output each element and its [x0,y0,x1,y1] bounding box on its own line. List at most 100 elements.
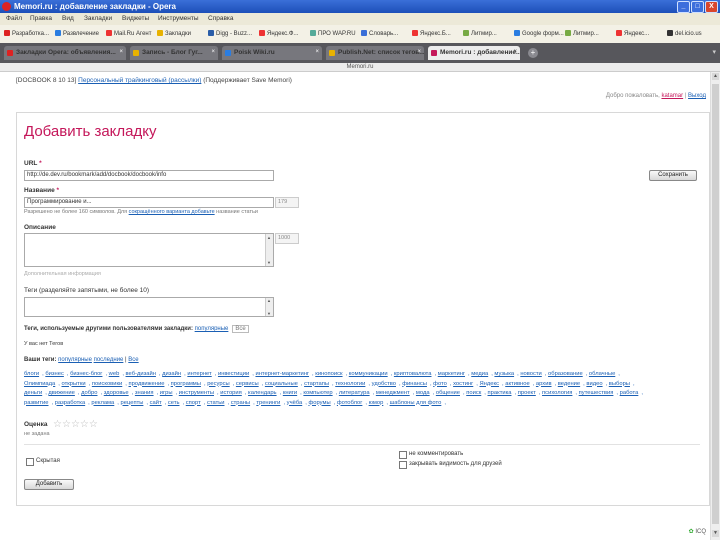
tag-link[interactable]: хостинг [453,381,473,387]
tag-link[interactable]: медиа [471,371,488,377]
tag-link[interactable]: календарь [248,390,277,396]
tag-link[interactable]: выборы [609,381,630,387]
rating-star-icon[interactable]: ☆ [71,419,80,430]
tag-link[interactable]: путешествия [579,390,614,396]
tag-link[interactable]: web [109,371,120,377]
icq-status-icon[interactable]: ✿ ICQ [689,528,706,535]
tag-link[interactable]: книги [283,390,297,396]
tab-close-icon[interactable]: × [315,49,319,55]
tag-link[interactable]: музыка [494,371,514,377]
tab[interactable]: Закладки Opera: объявления... × [4,46,126,60]
tag-link[interactable]: ведение [558,381,580,387]
tag-link[interactable]: маркетинг [438,371,465,377]
tag-link[interactable]: облачные [589,371,615,377]
bookmark-item[interactable]: Развлечение [55,30,99,37]
tag-link[interactable]: знания [135,390,154,396]
description-textarea[interactable]: ▲ ▼ [24,233,274,267]
bookmark-item[interactable]: Литмир... [463,30,497,37]
new-tab-button[interactable]: + [528,48,538,58]
tag-link[interactable]: стартапы [304,381,329,387]
tab-close-icon[interactable]: × [513,49,517,55]
menu-widgets[interactable]: Виджеты [122,15,149,22]
rating-stars[interactable]: ☆☆☆☆☆ [53,419,98,430]
tags-textarea[interactable]: ▲ ▼ [24,297,274,317]
tag-link[interactable]: менеджмент [376,390,410,396]
tag-link[interactable]: фотоблог [337,400,363,406]
tag-link[interactable]: психология [542,390,572,396]
tag-link[interactable]: юмор [369,400,384,406]
tag-link[interactable]: сервисы [236,381,259,387]
tag-link[interactable]: фото [433,381,447,387]
tag-link[interactable]: здоровье [104,390,129,396]
tag-link[interactable]: интернет-маркетинг [255,371,309,377]
tag-link[interactable]: поиск [466,390,481,396]
tag-link[interactable]: продвижение [129,381,165,387]
used-tags-popular-link[interactable]: популярные [195,326,229,332]
logout-link[interactable]: Выход [688,93,706,99]
bookmark-item[interactable]: Digg - Buzz... [208,30,252,37]
tag-link[interactable]: страны [231,400,250,406]
close-button[interactable]: X [705,1,718,13]
menu-file[interactable]: Файл [6,15,22,22]
tag-link[interactable]: бизнес [45,371,64,377]
tag-link[interactable]: практика [488,390,512,396]
tag-link[interactable]: финансы [402,381,427,387]
tag-link[interactable]: удобство [372,381,396,387]
tag-link[interactable]: разработка [55,400,85,406]
tag-link[interactable]: общение [436,390,460,396]
tag-link[interactable]: Олимпиада [24,381,55,387]
scroll-up-icon[interactable]: ▲ [712,73,719,80]
minimize-button[interactable]: _ [677,1,690,13]
menu-bookmarks[interactable]: Закладки [84,15,112,22]
bookmark-item[interactable]: Словарь... [361,30,398,37]
bookmark-item[interactable]: Литмир... [565,30,599,37]
tab-list-icon[interactable]: ▾ [712,48,716,56]
menu-tools[interactable]: Инструменты [158,15,199,22]
tab-active[interactable]: Memori.ru : добавление... × [428,46,520,60]
tag-link[interactable]: сайт [150,400,162,406]
bookmark-item[interactable]: Google форм... [514,30,564,37]
tag-link[interactable]: рецепты [121,400,144,406]
maximize-button[interactable]: □ [691,1,704,13]
scroll-thumb[interactable] [712,84,719,524]
tag-link[interactable]: развитие [24,400,48,406]
tag-link[interactable]: форумы [308,400,330,406]
tag-link[interactable]: технологии [335,381,365,387]
tag-link[interactable]: шаблоны для фото [390,400,442,406]
name-hint-link[interactable]: сокращённого варианта добавьте [129,209,215,215]
tag-link[interactable]: мода [416,390,430,396]
tag-link[interactable]: поисковики [92,381,122,387]
textarea-scrollbar[interactable]: ▲ ▼ [265,234,273,266]
rating-star-icon[interactable]: ☆ [62,419,71,430]
menu-edit[interactable]: Правка [30,15,52,22]
name-input[interactable]: Программирование и... [24,197,274,208]
tag-link[interactable]: компьютер [303,390,332,396]
tag-link[interactable]: статьи [207,400,225,406]
bookmark-item[interactable]: Mail.Ru Агент [106,30,151,37]
bookmark-item[interactable]: Яндекс.Ф... [259,30,298,37]
tag-link[interactable]: игры [160,390,173,396]
tag-link[interactable]: кинопоиск [315,371,342,377]
tag-link[interactable]: новости [520,371,541,377]
no-comments-checkbox[interactable] [399,451,407,459]
rating-star-icon[interactable]: ☆ [80,419,89,430]
your-tags-popular-link[interactable]: популярные [58,357,92,363]
tag-link[interactable]: дизайн [162,371,181,377]
menu-view[interactable]: Вид [62,15,74,22]
tag-link[interactable]: бизнес-блог [70,371,102,377]
tag-link[interactable]: инвестиции [218,371,249,377]
tag-link[interactable]: веб-дизайн [126,371,156,377]
tag-link[interactable]: социальные [265,381,298,387]
bookmark-item[interactable]: Яндекс... [616,30,649,37]
bookmark-item[interactable]: Яндекс.Б... [412,30,451,37]
bookmark-item[interactable]: ПРО WAP.RU [310,30,356,37]
tag-link[interactable]: интернет [187,371,211,377]
menu-help[interactable]: Справка [208,15,234,22]
used-tags-all-button[interactable]: Все [232,325,249,333]
tab-close-icon[interactable]: × [417,49,421,55]
username-link[interactable]: katamar [661,93,683,99]
tag-link[interactable]: ресурсы [207,381,229,387]
tag-link[interactable]: учёба [287,400,303,406]
rating-star-icon[interactable]: ☆ [53,419,62,430]
tag-link[interactable]: история [220,390,242,396]
